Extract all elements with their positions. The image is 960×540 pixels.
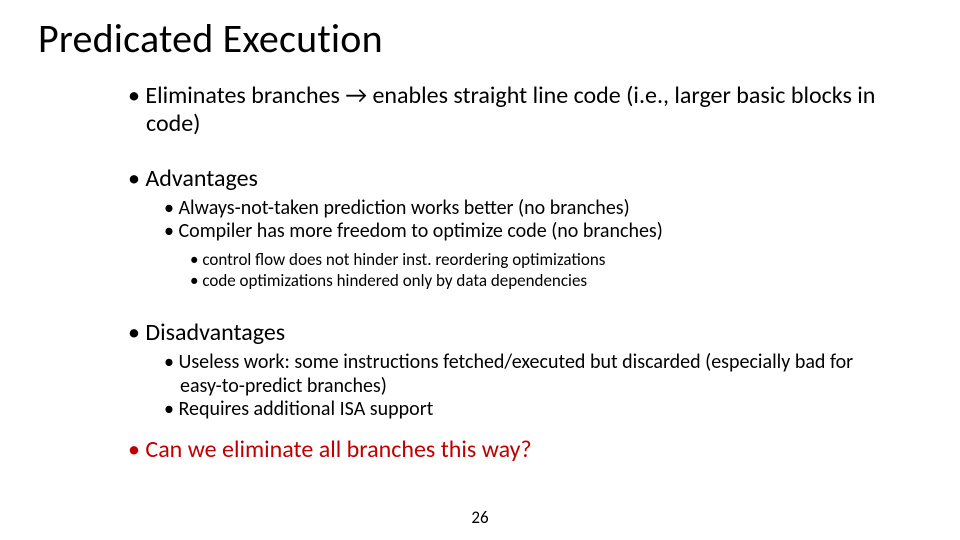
advantages-item: Compiler has more freedom to optimize co… — [164, 220, 898, 244]
page-number: 26 — [0, 507, 960, 528]
bullet-advantages-heading: Advantages — [128, 165, 898, 193]
slide-body: Eliminates branches → enables straight l… — [128, 82, 898, 467]
disadvantages-item: Requires additional ISA support — [164, 398, 898, 422]
disadvantages-list: Useless work: some instructions fetched/… — [164, 351, 898, 422]
advantages-subitem: code optimizations hindered only by data… — [190, 271, 898, 292]
bullet-closing: Can we eliminate all branches this way? — [128, 436, 898, 464]
bullet-intro: Eliminates branches → enables straight l… — [128, 82, 898, 137]
advantages-sublist: control flow does not hinder inst. reord… — [190, 250, 898, 291]
disadvantages-item: Useless work: some instructions fetched/… — [164, 351, 898, 398]
advantages-item: Always-not-taken prediction works better… — [164, 197, 898, 221]
slide-title: Predicated Execution — [38, 14, 383, 63]
slide: Predicated Execution Eliminates branches… — [0, 0, 960, 540]
bullet-disadvantages-heading: Disadvantages — [128, 319, 898, 347]
advantages-list: Always-not-taken prediction works better… — [164, 197, 898, 244]
advantages-subitem: control flow does not hinder inst. reord… — [190, 250, 898, 271]
